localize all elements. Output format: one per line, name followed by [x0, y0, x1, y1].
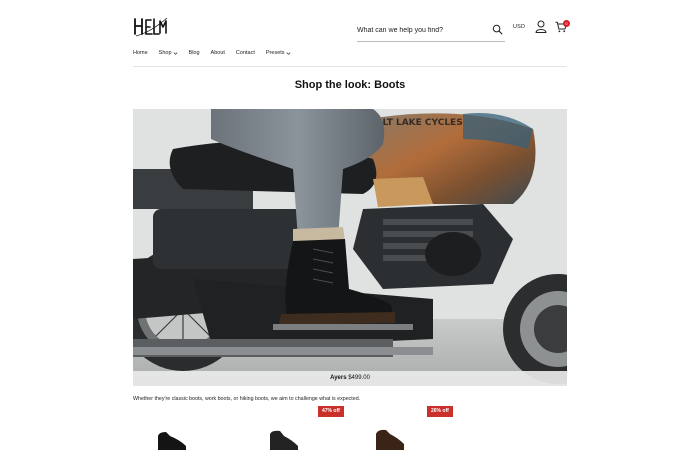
- helm-logo-icon: [134, 17, 168, 37]
- nav-item-label: Shop: [158, 50, 172, 56]
- nav-item-label: Home: [133, 50, 148, 56]
- nav-item-shop[interactable]: Shop: [159, 48, 178, 58]
- page-title-prefix: Shop the look:: [294, 79, 372, 91]
- nav-item-presets[interactable]: Presets: [266, 48, 291, 58]
- account-icon[interactable]: [535, 20, 547, 33]
- search-bar: [357, 20, 505, 42]
- main-nav: Home Shop Blog About Contact Presets: [133, 48, 291, 58]
- search-input[interactable]: [357, 21, 483, 39]
- product-name: Ayers: [330, 375, 347, 381]
- site-header: USD 0: [133, 14, 570, 44]
- currency-selector[interactable]: USD: [513, 24, 525, 30]
- nav-item-label: Blog: [188, 50, 200, 56]
- nav-item-label: Presets: [265, 50, 285, 56]
- discount-badge: 26% off: [427, 406, 453, 417]
- motorcycle-boots-photo: SALT LAKE CYCLES: [133, 109, 567, 386]
- collection-description: Whether they're classic boots, work boot…: [133, 396, 361, 402]
- nav-item-label: About: [210, 50, 225, 56]
- product-thumbnail[interactable]: [150, 426, 190, 450]
- cart-count-badge: 0: [563, 20, 570, 27]
- search-icon[interactable]: [492, 24, 503, 35]
- product-thumbnail[interactable]: [262, 426, 302, 450]
- header-divider: [133, 66, 567, 67]
- nav-item-about[interactable]: About: [211, 48, 225, 58]
- nav-item-label: Contact: [235, 50, 255, 56]
- chevron-down-icon: [286, 51, 290, 55]
- chevron-down-icon: [173, 51, 177, 55]
- product-thumbnail[interactable]: [370, 426, 410, 450]
- hero-image[interactable]: SALT LAKE CYCLES Ayers $499.00: [133, 109, 567, 386]
- logo[interactable]: [133, 16, 169, 38]
- hero-caption: Ayers $499.00: [133, 371, 567, 386]
- nav-item-blog[interactable]: Blog: [189, 48, 200, 58]
- page-title: Shop the look: Boots: [0, 79, 700, 91]
- nav-item-contact[interactable]: Contact: [236, 48, 255, 58]
- discount-badge: 47% off: [318, 406, 344, 417]
- product-price: $499.00: [348, 375, 370, 381]
- nav-item-home[interactable]: Home: [133, 48, 148, 58]
- page-title-bold: Boots: [374, 79, 406, 91]
